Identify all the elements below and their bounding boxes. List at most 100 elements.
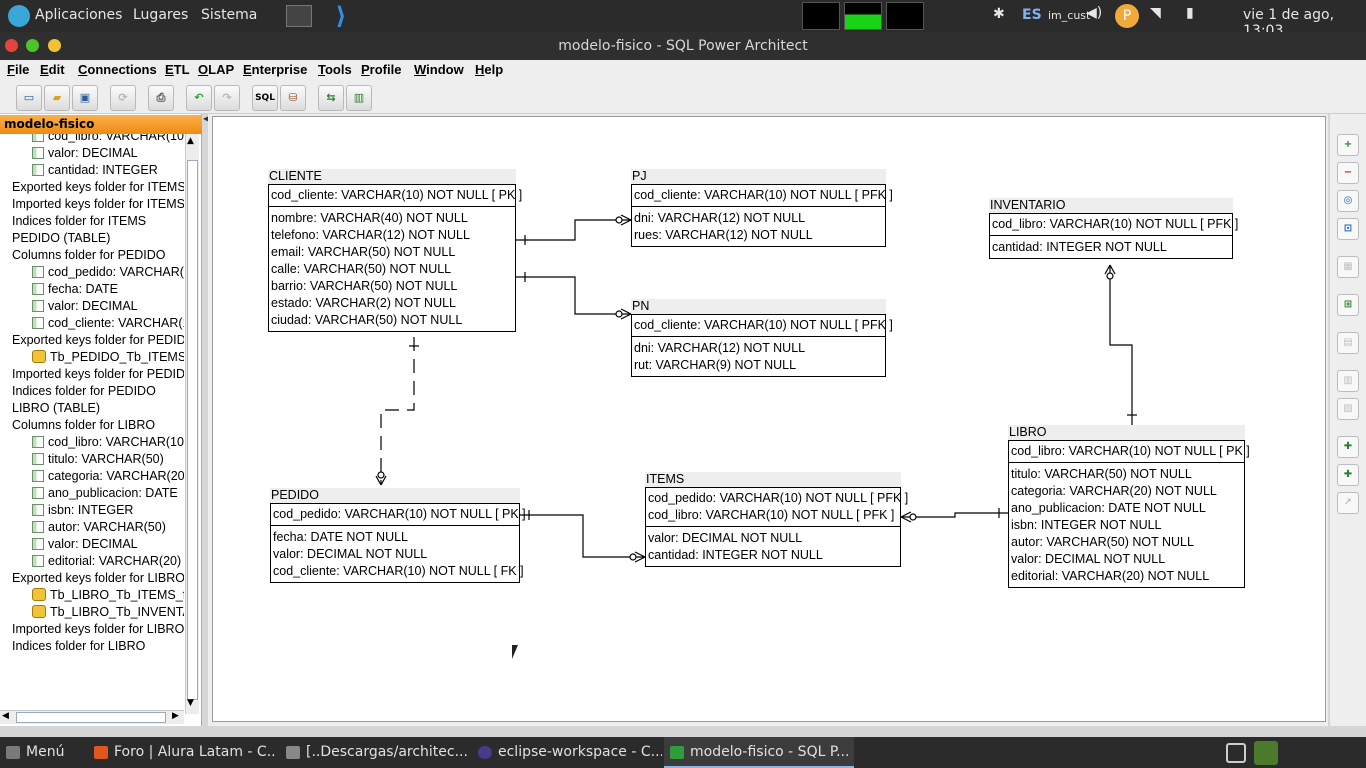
column-row[interactable]: cod_cliente: VARCHAR(10) NOT NULL [ FK ] — [273, 563, 524, 580]
refresh-icon[interactable]: ⟳ — [110, 85, 136, 111]
scroll-right-arrow-icon[interactable]: ▶ — [172, 711, 179, 721]
column-row[interactable]: cantidad: INTEGER NOT NULL — [648, 547, 898, 564]
column-row[interactable]: dni: VARCHAR(12) NOT NULL — [634, 340, 883, 357]
window-titlebar[interactable]: modelo-fisico - SQL Power Architect — [0, 32, 1366, 60]
tree-item-column[interactable]: editorial: VARCHAR(20) — [32, 553, 181, 570]
tree-item-column[interactable]: autor: VARCHAR(50) — [32, 519, 166, 536]
tree-item-key[interactable]: Tb_LIBRO_Tb_INVENTARIO_fk — [32, 604, 184, 621]
maximize-window-button[interactable] — [26, 39, 39, 52]
pk-column-row[interactable]: cod_libro: VARCHAR(10) NOT NULL [ PFK ] — [648, 507, 898, 524]
apps-menu[interactable]: Aplicaciones — [35, 7, 122, 23]
table-pj[interactable]: PJ cod_cliente: VARCHAR(10) NOT NULL [ PF… — [631, 169, 893, 247]
menu-enterprise[interactable]: Enterprise — [243, 62, 307, 77]
menu-olap[interactable]: OLAP — [198, 62, 234, 77]
relationship-cliente-pj[interactable] — [516, 219, 631, 241]
table-items[interactable]: ITEMS cod_pedido: VARCHAR(10) NOT NULL [ … — [645, 472, 908, 567]
tree-hscroll-thumb[interactable] — [16, 712, 166, 723]
column-row[interactable]: nombre: VARCHAR(40) NOT NULL — [271, 210, 513, 227]
tree-item-folder[interactable]: Indices folder for ITEMS — [12, 213, 146, 230]
column-row[interactable]: telefono: VARCHAR(12) NOT NULL — [271, 227, 513, 244]
pk-column-row[interactable]: cod_libro: VARCHAR(10) NOT NULL [ PK ] — [1011, 443, 1250, 460]
column-row[interactable]: calle: VARCHAR(50) NOT NULL — [271, 261, 513, 278]
menu-connections[interactable]: Connections — [78, 62, 157, 77]
tree-horizontal-scrollbar[interactable]: ◀ ▶ — [0, 710, 184, 724]
save-icon[interactable]: ▣ — [72, 85, 98, 111]
menu-edit[interactable]: Edit — [40, 62, 65, 77]
table-pedido[interactable]: PEDIDO cod_pedido: VARCHAR(10) NOT NULL [… — [270, 488, 526, 583]
new-identifying-relationship-icon[interactable]: ✚ — [1337, 464, 1359, 486]
project-tree[interactable]: cod_libro: VARCHAR(10) valor: DECIMAL cant… — [0, 134, 184, 714]
menu-tools[interactable]: Tools — [318, 62, 352, 77]
column-row[interactable]: email: VARCHAR(50) NOT NULL — [271, 244, 513, 261]
tree-item-folder[interactable]: Exported keys folder for ITEMS — [12, 179, 184, 196]
tree-item-key[interactable]: Tb_LIBRO_Tb_ITEMS_fk — [32, 587, 184, 604]
task-sql-power-architect[interactable]: modelo-fisico - SQL P... — [664, 737, 854, 768]
column-row[interactable]: titulo: VARCHAR(50) NOT NULL — [1011, 466, 1242, 483]
tree-item-column[interactable]: cod_pedido: VARCHAR(10) — [32, 264, 184, 281]
tree-item-column[interactable]: titulo: VARCHAR(50) — [32, 451, 164, 468]
scroll-up-arrow-icon[interactable]: ▲ — [187, 136, 194, 146]
tree-item-folder[interactable]: Exported keys folder for PEDIDO — [12, 332, 184, 349]
tree-item-column[interactable]: valor: DECIMAL — [32, 298, 138, 315]
new-table-icon[interactable]: ⊞ — [1337, 294, 1359, 316]
system-menu[interactable]: Sistema — [201, 7, 257, 23]
tree-item-column[interactable]: ano_publicacion: DATE — [32, 485, 178, 502]
tree-vertical-scrollbar[interactable]: ▲ ▼ — [185, 134, 199, 714]
insert-index-icon[interactable]: ▤ — [1337, 332, 1359, 354]
column-row[interactable]: categoria: VARCHAR(20) NOT NULL — [1011, 483, 1242, 500]
tree-item-folder[interactable]: Columns folder for PEDIDO — [12, 247, 166, 264]
column-row[interactable]: ano_publicacion: DATE NOT NULL — [1011, 500, 1242, 517]
new-project-icon[interactable]: ▭ — [16, 85, 42, 111]
tree-item-column[interactable]: cod_libro: VARCHAR(10) — [32, 134, 184, 145]
database-icon[interactable]: ⛁ — [280, 85, 306, 111]
delete-table-icon[interactable]: ▧ — [1337, 398, 1359, 420]
edit-table-icon[interactable]: ▥ — [1337, 370, 1359, 392]
bluetooth-icon[interactable]: ✱ — [993, 6, 1005, 22]
scroll-left-arrow-icon[interactable]: ◀ — [2, 711, 9, 721]
relationship-cliente-pedido[interactable] — [380, 337, 415, 485]
tree-item-column[interactable]: categoria: VARCHAR(20) — [32, 468, 184, 485]
undo-icon[interactable]: ↶ — [186, 85, 212, 111]
tree-item-folder[interactable]: Indices folder for PEDIDO — [12, 383, 156, 400]
tray-sql-architect-icon[interactable] — [1254, 741, 1278, 765]
menu-file[interactable]: File — [7, 62, 29, 77]
column-row[interactable]: valor: DECIMAL NOT NULL — [648, 530, 898, 547]
keyboard-layout[interactable]: ES — [1022, 7, 1042, 23]
tree-item-column[interactable]: fecha: DATE — [32, 281, 118, 298]
column-row[interactable]: cantidad: INTEGER NOT NULL — [992, 239, 1230, 256]
tree-item-folder[interactable]: PEDIDO (TABLE) — [12, 230, 110, 247]
column-row[interactable]: dni: VARCHAR(12) NOT NULL — [634, 210, 883, 227]
redo-icon[interactable]: ↷ — [214, 85, 240, 111]
table-inventario[interactable]: INVENTARIO cod_libro: VARCHAR(10) NOT NUL… — [989, 198, 1238, 259]
tree-item-column[interactable]: valor: DECIMAL — [32, 536, 138, 553]
pk-column-row[interactable]: cod_libro: VARCHAR(10) NOT NULL [ PFK ] — [992, 216, 1238, 233]
start-menu-button[interactable]: Menú — [0, 737, 82, 768]
task-eclipse[interactable]: eclipse-workspace - C... — [472, 737, 662, 768]
menu-etl[interactable]: ETL — [165, 62, 190, 77]
tree-item-folder[interactable]: Imported keys folder for ITEMS — [12, 196, 184, 213]
table-libro[interactable]: LIBRO cod_libro: VARCHAR(10) NOT NULL [ P… — [1008, 425, 1250, 588]
tree-item-column[interactable]: isbn: INTEGER — [32, 502, 133, 519]
pk-column-row[interactable]: cod_cliente: VARCHAR(10) NOT NULL [ PFK … — [634, 187, 893, 204]
tree-item-folder[interactable]: Columns folder for LIBRO — [12, 417, 155, 434]
column-row[interactable]: isbn: INTEGER NOT NULL — [1011, 517, 1242, 534]
column-row[interactable]: ciudad: VARCHAR(50) NOT NULL — [271, 312, 513, 329]
tree-scroll-thumb[interactable] — [187, 160, 198, 700]
task-firefox-alura[interactable]: Foro | Alura Latam - C... — [88, 737, 276, 768]
wifi-icon[interactable]: ◥ — [1150, 5, 1161, 21]
menu-profile[interactable]: Profile — [361, 62, 401, 77]
column-row[interactable]: rut: VARCHAR(9) NOT NULL — [634, 357, 883, 374]
column-row[interactable]: editorial: VARCHAR(20) NOT NULL — [1011, 568, 1242, 585]
insert-column-icon[interactable]: ✚ — [1337, 436, 1359, 458]
relationship-libro-inventario[interactable] — [1109, 265, 1133, 426]
table-cliente[interactable]: CLIENTE cod_cliente: VARCHAR(10) NOT NULL… — [268, 169, 522, 332]
relationship-libro-items[interactable] — [901, 512, 1008, 518]
tray-app-icon[interactable] — [1226, 743, 1246, 763]
column-row[interactable]: barrio: VARCHAR(50) NOT NULL — [271, 278, 513, 295]
tree-item-folder[interactable]: Indices folder for LIBRO — [12, 638, 145, 655]
pk-column-row[interactable]: cod_cliente: VARCHAR(10) NOT NULL [ PK ] — [271, 187, 522, 204]
tree-item-folder[interactable]: Imported keys folder for PEDIDO — [12, 366, 184, 383]
column-row[interactable]: rues: VARCHAR(12) NOT NULL — [634, 227, 883, 244]
print-icon[interactable]: ⎙ — [148, 85, 174, 111]
pk-column-row[interactable]: cod_pedido: VARCHAR(10) NOT NULL [ PFK ] — [648, 490, 908, 507]
